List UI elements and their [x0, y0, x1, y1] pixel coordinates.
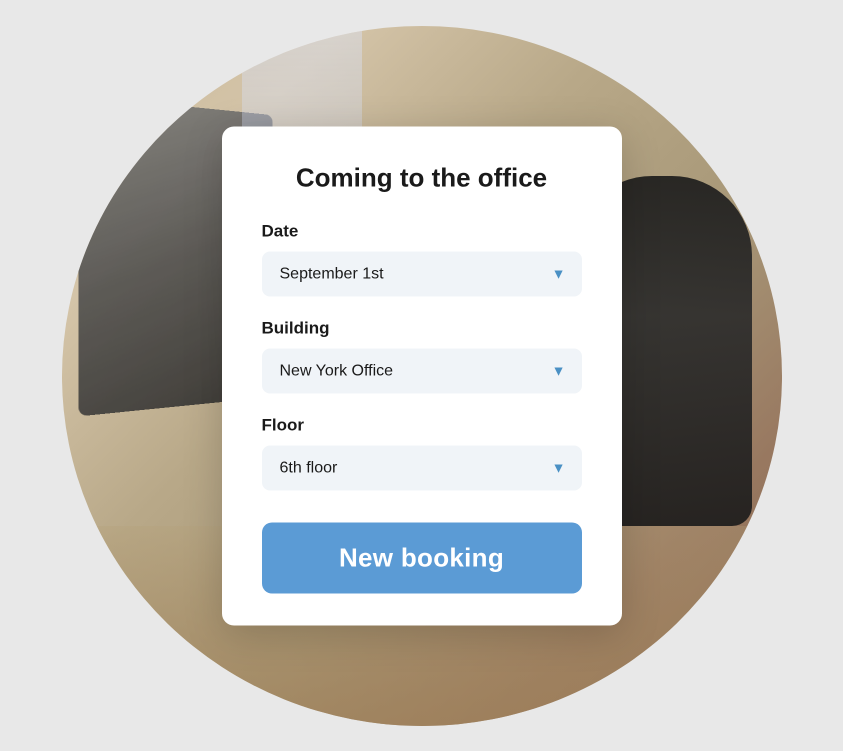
floor-field-group: Floor 1st floor 2nd floor 3rd floor 4th … [262, 415, 582, 490]
date-field-group: Date September 1st September 2nd Septemb… [262, 221, 582, 296]
scene-container: Coming to the office Date September 1st … [62, 26, 782, 726]
card-title: Coming to the office [262, 162, 582, 193]
date-label: Date [262, 221, 582, 241]
building-select-wrapper: New York Office London Office Berlin Off… [262, 348, 582, 393]
new-booking-button[interactable]: New booking [262, 522, 582, 593]
building-select[interactable]: New York Office London Office Berlin Off… [262, 348, 582, 393]
building-field-group: Building New York Office London Office B… [262, 318, 582, 393]
floor-select-wrapper: 1st floor 2nd floor 3rd floor 4th floor … [262, 445, 582, 490]
booking-card: Coming to the office Date September 1st … [222, 126, 622, 625]
date-select-wrapper: September 1st September 2nd September 3r… [262, 251, 582, 296]
date-select[interactable]: September 1st September 2nd September 3r… [262, 251, 582, 296]
floor-select[interactable]: 1st floor 2nd floor 3rd floor 4th floor … [262, 445, 582, 490]
building-label: Building [262, 318, 582, 338]
floor-label: Floor [262, 415, 582, 435]
